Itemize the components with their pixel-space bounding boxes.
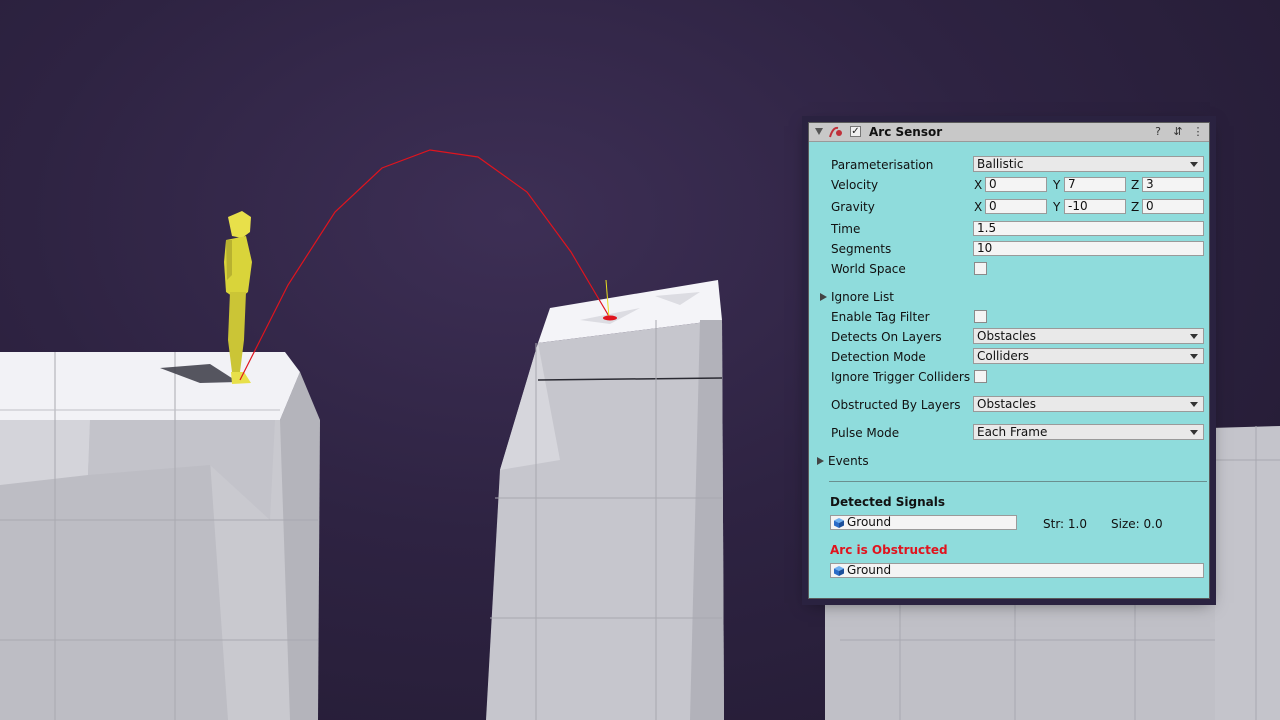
parameterisation-dropdown[interactable]: Ballistic — [973, 156, 1204, 172]
gravity-y-axis-label: Y — [1053, 200, 1061, 214]
gravity-y-field[interactable]: -10 — [1064, 199, 1126, 214]
detects-on-layers-label: Detects On Layers — [831, 330, 942, 344]
ignore-trigger-colliders-label: Ignore Trigger Colliders — [831, 370, 971, 384]
parameterisation-label: Parameterisation — [831, 158, 934, 172]
component-title: Arc Sensor — [869, 125, 943, 139]
velocity-y-field[interactable]: 7 — [1064, 177, 1126, 192]
middle-pillar — [486, 280, 724, 720]
arc-sensor-icon — [829, 126, 842, 138]
cube-icon — [834, 518, 844, 528]
gravity-z-field[interactable]: 0 — [1142, 199, 1204, 214]
detects-on-layers-dropdown[interactable]: Obstacles — [973, 328, 1204, 344]
arc-obstructed-title: Arc is Obstructed — [830, 543, 948, 557]
gravity-z-axis-label: Z — [1131, 200, 1140, 214]
arc-sensor-inspector: ✓ Arc Sensor ? ⇵ ⋮ Parameterisation Ball… — [808, 122, 1210, 599]
segments-field[interactable]: 10 — [973, 241, 1204, 256]
gravity-label: Gravity — [831, 200, 875, 214]
hit-point-marker — [603, 315, 617, 321]
detection-mode-value: Colliders — [977, 349, 1029, 363]
chevron-down-icon — [1190, 334, 1198, 339]
world-space-checkbox[interactable] — [974, 262, 987, 275]
time-field[interactable]: 1.5 — [973, 221, 1204, 236]
velocity-z-field[interactable]: 3 — [1142, 177, 1204, 192]
pulse-mode-label: Pulse Mode — [831, 426, 900, 440]
detection-mode-label: Detection Mode — [831, 350, 926, 364]
ignore-trigger-colliders-checkbox[interactable] — [974, 370, 987, 383]
gravity-x-axis-label: X — [974, 200, 983, 214]
chevron-down-icon — [1190, 354, 1198, 359]
ignore-list-foldout-icon[interactable] — [820, 293, 827, 301]
pulse-mode-dropdown[interactable]: Each Frame — [973, 424, 1204, 440]
signal-size: Size: 0.0 — [1111, 517, 1163, 531]
detection-mode-dropdown[interactable]: Colliders — [973, 348, 1204, 364]
section-divider — [829, 481, 1207, 482]
world-space-label: World Space — [831, 262, 906, 276]
velocity-x-axis-label: X — [974, 178, 983, 192]
detected-signals-title: Detected Signals — [830, 495, 945, 509]
gravity-x-field[interactable]: 0 — [985, 199, 1047, 214]
signal-strength: Str: 1.0 — [1043, 517, 1087, 531]
enable-tag-filter-label: Enable Tag Filter — [831, 310, 930, 324]
events-foldout-icon[interactable] — [817, 457, 824, 465]
chevron-down-icon — [1190, 402, 1198, 407]
ignore-list-label[interactable]: Ignore List — [831, 290, 894, 304]
obstructed-by-layers-label: Obstructed By Layers — [831, 398, 961, 412]
obstructed-by-layers-dropdown[interactable]: Obstacles — [973, 396, 1204, 412]
velocity-z-axis-label: Z — [1131, 178, 1140, 192]
obstructed-by-layers-value: Obstacles — [977, 397, 1036, 411]
velocity-x-field[interactable]: 0 — [985, 177, 1047, 192]
segments-label: Segments — [831, 242, 892, 256]
obstructing-object-field[interactable]: Ground — [830, 563, 1204, 578]
velocity-y-axis-label: Y — [1053, 178, 1061, 192]
events-label[interactable]: Events — [828, 454, 869, 468]
component-header[interactable]: ✓ Arc Sensor ? ⇵ ⋮ — [809, 123, 1209, 142]
pulse-mode-value: Each Frame — [977, 425, 1048, 439]
cube-icon — [834, 566, 844, 576]
detects-on-layers-value: Obstacles — [977, 329, 1036, 343]
detected-signal-object-field[interactable]: Ground — [830, 515, 1017, 530]
fold-arrow-icon[interactable] — [815, 128, 823, 135]
chevron-down-icon — [1190, 162, 1198, 167]
parameterisation-value: Ballistic — [977, 157, 1024, 171]
preset-icon[interactable]: ⇵ — [1172, 126, 1184, 138]
component-enabled-checkbox[interactable]: ✓ — [850, 126, 861, 137]
time-label: Time — [831, 222, 861, 236]
help-icon[interactable]: ? — [1152, 126, 1164, 138]
more-options-icon[interactable]: ⋮ — [1192, 126, 1204, 138]
velocity-label: Velocity — [831, 178, 879, 192]
obstructing-object-name: Ground — [847, 563, 892, 577]
left-cliff — [0, 352, 320, 720]
enable-tag-filter-checkbox[interactable] — [974, 310, 987, 323]
chevron-down-icon — [1190, 430, 1198, 435]
detected-signal-object-name: Ground — [847, 515, 892, 529]
